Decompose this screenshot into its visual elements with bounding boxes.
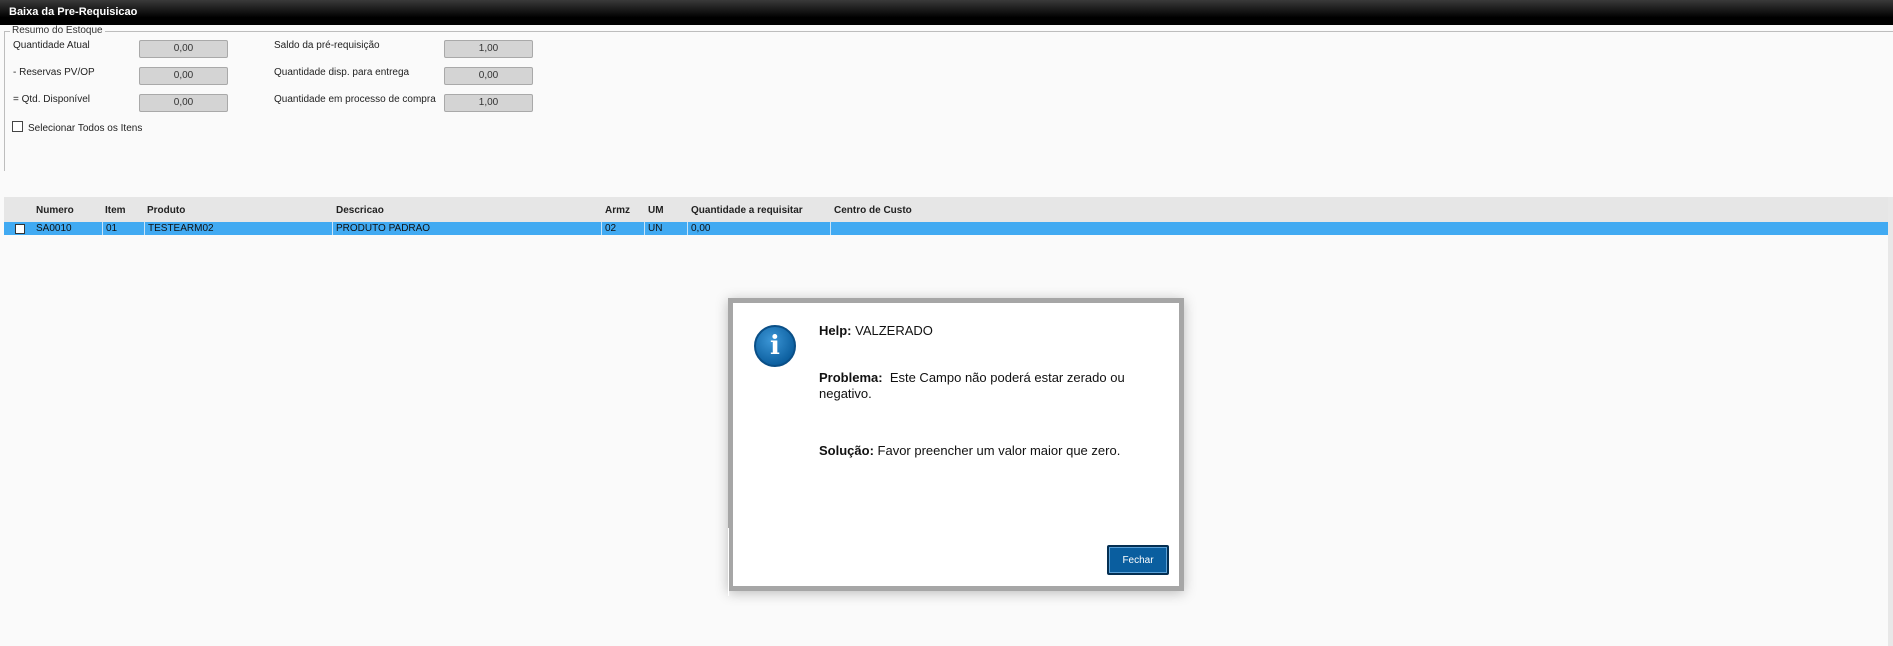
column-header-armz[interactable]: Armz <box>605 205 630 216</box>
cell-item: 01 <box>103 222 145 235</box>
column-header-numero[interactable]: Numero <box>36 205 74 216</box>
prerequisition-balance-field[interactable]: 1,00 <box>444 40 533 58</box>
stock-summary-legend: Resumo do Estoque <box>10 25 105 36</box>
reserves-label: - Reservas PV/OP <box>13 67 95 78</box>
select-all-checkbox[interactable] <box>12 121 23 132</box>
current-quantity-label: Quantidade Atual <box>13 40 90 51</box>
column-header-quantidade[interactable]: Quantidade a requisitar <box>691 205 803 216</box>
prerequisition-balance-label: Saldo da pré-requisição <box>274 40 380 51</box>
help-dialog: i Help: VALZERADO Problema: Este Campo n… <box>728 298 1184 596</box>
dialog-edge-mark <box>728 528 729 596</box>
available-quantity-field[interactable]: 0,00 <box>139 94 228 112</box>
current-quantity-field[interactable]: 0,00 <box>139 40 228 58</box>
close-button[interactable]: Fechar <box>1107 545 1169 575</box>
solution-text: Favor preencher um valor maior que zero. <box>877 443 1121 458</box>
problem-line: Problema: Este Campo não poderá estar ze… <box>819 370 1125 385</box>
select-all-label: Selecionar Todos os Itens <box>28 123 143 134</box>
problem-label: Problema: <box>819 370 883 385</box>
column-header-um[interactable]: UM <box>648 205 664 216</box>
column-header-item[interactable]: Item <box>105 205 126 216</box>
window-title-bar: Baixa da Pre-Requisicao <box>0 0 1893 25</box>
info-icon: i <box>754 325 796 367</box>
delivery-available-label: Quantidade disp. para entrega <box>274 67 410 78</box>
problem-line-2: negativo. <box>819 386 872 401</box>
cell-numero: SA0010 <box>33 222 103 235</box>
column-header-produto[interactable]: Produto <box>147 205 185 216</box>
window-title: Baixa da Pre-Requisicao <box>9 6 138 18</box>
cell-produto: TESTEARM02 <box>145 222 333 235</box>
cell-descricao: PRODUTO PADRAO <box>333 222 602 235</box>
solution-label: Solução: <box>819 443 874 458</box>
problem-text-2: negativo. <box>819 386 872 401</box>
cell-armz: 02 <box>602 222 645 235</box>
grid-header: Numero Item Produto Descricao Armz UM Qu… <box>4 197 1893 222</box>
available-quantity-label: = Qtd. Disponível <box>13 94 90 105</box>
cell-centro-custo <box>831 222 1889 235</box>
solution-line: Solução: Favor preencher um valor maior … <box>819 443 1120 458</box>
grid-scrollbar[interactable] <box>1888 197 1893 646</box>
row-checkbox[interactable] <box>15 224 25 234</box>
cell-um: UN <box>645 222 688 235</box>
cell-quantidade: 0,00 <box>688 222 831 235</box>
column-header-centro-custo[interactable]: Centro de Custo <box>834 205 912 216</box>
table-row[interactable]: SA0010 01 TESTEARM02 PRODUTO PADRAO 02 U… <box>4 222 1889 235</box>
purchase-process-label: Quantidade em processo de compra <box>274 94 436 105</box>
delivery-available-field[interactable]: 0,00 <box>444 67 533 85</box>
help-label: Help: <box>819 323 852 338</box>
help-value: VALZERADO <box>855 323 933 338</box>
problem-text: Este Campo não poderá estar zerado ou <box>889 370 1125 385</box>
purchase-process-field[interactable]: 1,00 <box>444 94 533 112</box>
reserves-field[interactable]: 0,00 <box>139 67 228 85</box>
help-line: Help: VALZERADO <box>819 323 933 338</box>
column-header-descricao[interactable]: Descricao <box>336 205 384 216</box>
